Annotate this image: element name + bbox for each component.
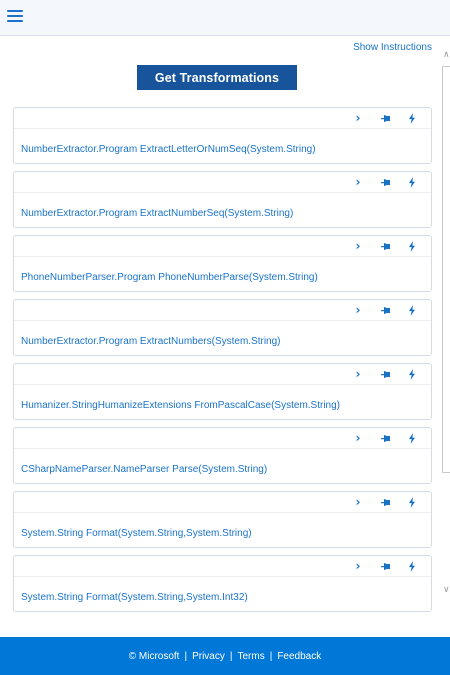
- lightning-icon[interactable]: [405, 560, 419, 572]
- card-toolbar: ›: [14, 364, 431, 385]
- transformation-card: › NumberExtractor.Program ExtractNumbers(…: [13, 299, 432, 356]
- feedback-link[interactable]: Feedback: [277, 651, 321, 662]
- pin-icon[interactable]: [379, 304, 393, 316]
- transformation-list: › NumberExtractor.Program ExtractLetterOr…: [13, 107, 432, 619]
- footer-separator: |: [184, 650, 188, 662]
- side-panel: [442, 66, 450, 473]
- transformation-name[interactable]: System.String Format(System.String,Syste…: [21, 528, 252, 539]
- pin-icon[interactable]: [379, 176, 393, 188]
- footer: © Microsoft | Privacy | Terms | Feedback: [0, 637, 450, 675]
- transformation-name[interactable]: PhoneNumberParser.Program PhoneNumberPar…: [21, 272, 318, 283]
- scroll-up-icon[interactable]: ∧: [443, 49, 450, 60]
- lightning-icon[interactable]: [405, 112, 419, 124]
- pin-icon[interactable]: [379, 368, 393, 380]
- privacy-link[interactable]: Privacy: [192, 651, 225, 662]
- hamburger-menu-icon[interactable]: [7, 10, 23, 24]
- card-toolbar: ›: [14, 428, 431, 449]
- pin-icon[interactable]: [379, 112, 393, 124]
- transformation-name[interactable]: CSharpNameParser.NameParser Parse(System…: [21, 464, 267, 475]
- show-instructions-link[interactable]: Show Instructions: [353, 42, 432, 53]
- card-toolbar: ›: [14, 492, 431, 513]
- transformation-name[interactable]: NumberExtractor.Program ExtractNumberSeq…: [21, 208, 293, 219]
- card-toolbar: ›: [14, 300, 431, 321]
- copyright-link[interactable]: © Microsoft: [129, 651, 180, 662]
- chevron-right-icon[interactable]: ›: [351, 560, 365, 572]
- footer-separator: |: [229, 650, 233, 662]
- transformation-card: › System.String Format(System.String,Syst…: [13, 555, 432, 612]
- lightning-icon[interactable]: [405, 176, 419, 188]
- pin-icon[interactable]: [379, 240, 393, 252]
- transformation-card: › NumberExtractor.Program ExtractLetterOr…: [13, 107, 432, 164]
- card-toolbar: ›: [14, 556, 431, 577]
- transformation-name[interactable]: Humanizer.StringHumanizeExtensions FromP…: [21, 400, 340, 411]
- get-transformations-button[interactable]: Get Transformations: [137, 65, 297, 90]
- transformation-card: › NumberExtractor.Program ExtractNumberSe…: [13, 171, 432, 228]
- chevron-right-icon[interactable]: ›: [351, 496, 365, 508]
- chevron-right-icon[interactable]: ›: [351, 304, 365, 316]
- lightning-icon[interactable]: [405, 432, 419, 444]
- transformation-card: › System.String Format(System.String,Syst…: [13, 491, 432, 548]
- pin-icon[interactable]: [379, 496, 393, 508]
- lightning-icon[interactable]: [405, 304, 419, 316]
- transformation-card: › PhoneNumberParser.Program PhoneNumberPa…: [13, 235, 432, 292]
- scroll-down-icon[interactable]: ∨: [443, 584, 450, 595]
- transformation-card: › CSharpNameParser.NameParser Parse(Syste…: [13, 427, 432, 484]
- chevron-right-icon[interactable]: ›: [351, 176, 365, 188]
- chevron-right-icon[interactable]: ›: [351, 368, 365, 380]
- transformation-card: › Humanizer.StringHumanizeExtensions From…: [13, 363, 432, 420]
- chevron-right-icon[interactable]: ›: [351, 240, 365, 252]
- card-toolbar: ›: [14, 108, 431, 129]
- lightning-icon[interactable]: [405, 240, 419, 252]
- transformation-name[interactable]: System.String Format(System.String,Syste…: [21, 592, 248, 603]
- card-toolbar: ›: [14, 172, 431, 193]
- terms-link[interactable]: Terms: [237, 651, 264, 662]
- chevron-right-icon[interactable]: ›: [351, 432, 365, 444]
- lightning-icon[interactable]: [405, 368, 419, 380]
- card-toolbar: ›: [14, 236, 431, 257]
- pin-icon[interactable]: [379, 432, 393, 444]
- transformation-name[interactable]: NumberExtractor.Program ExtractLetterOrN…: [21, 144, 316, 155]
- transformation-name[interactable]: NumberExtractor.Program ExtractNumbers(S…: [21, 336, 281, 347]
- chevron-right-icon[interactable]: ›: [351, 112, 365, 124]
- lightning-icon[interactable]: [405, 496, 419, 508]
- footer-separator: |: [269, 650, 273, 662]
- top-bar: [0, 0, 450, 36]
- pin-icon[interactable]: [379, 560, 393, 572]
